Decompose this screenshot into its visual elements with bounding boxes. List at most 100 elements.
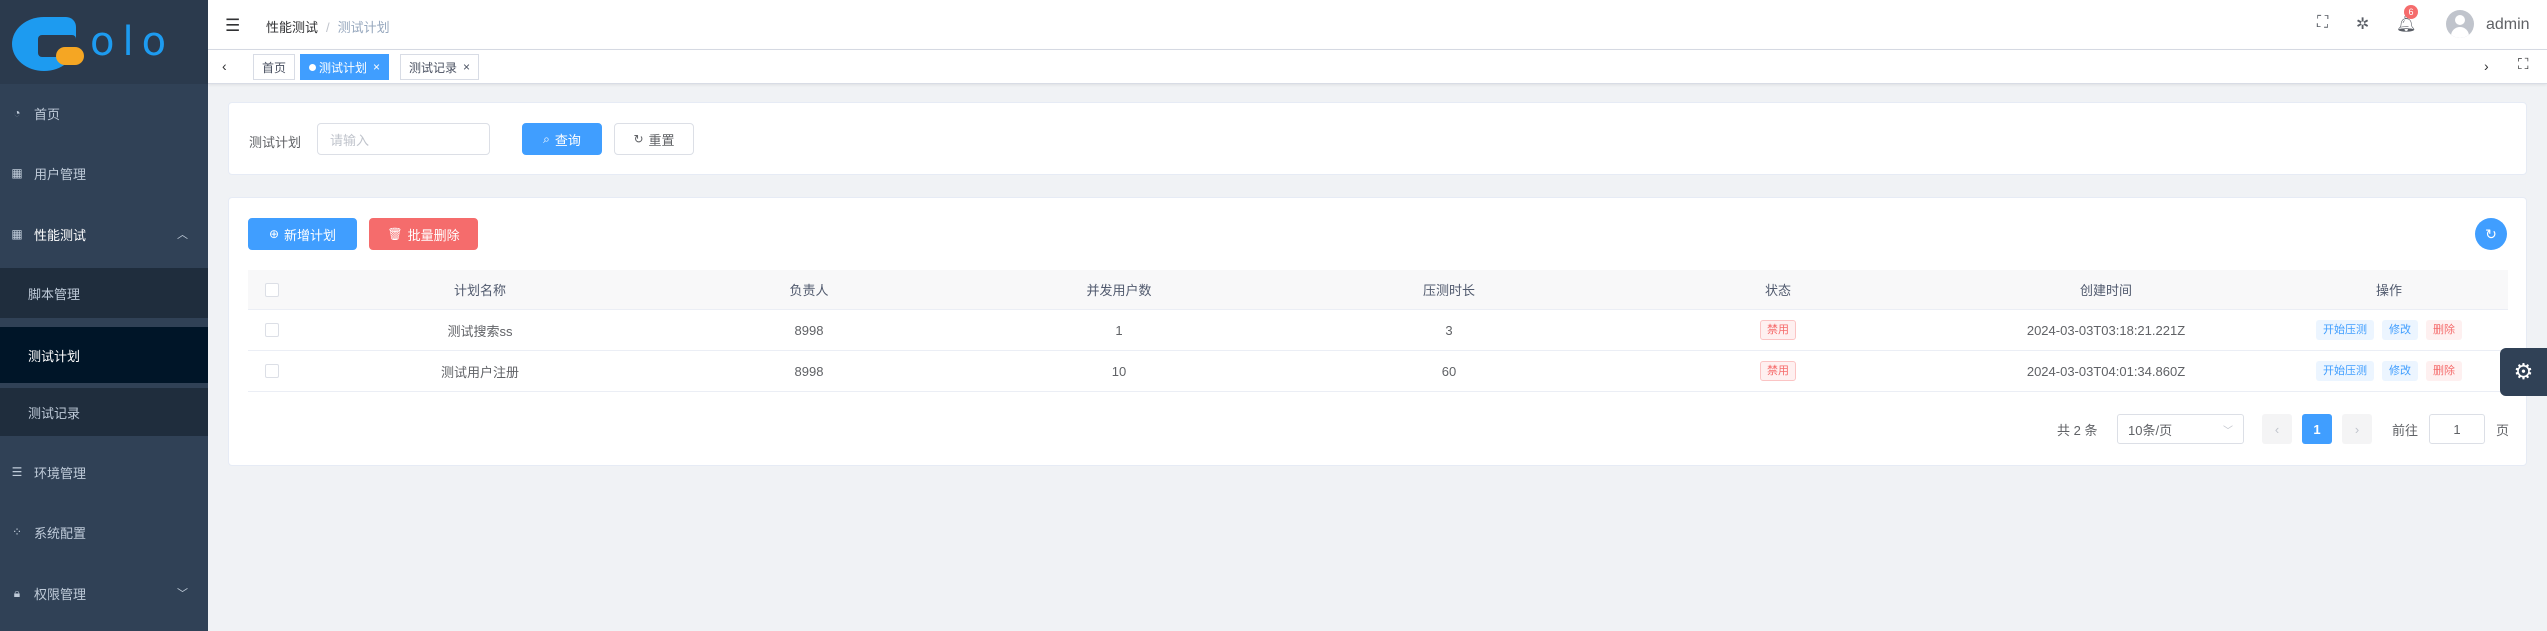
fullscreen-icon[interactable]: ⛶ — [2317, 14, 2328, 32]
delete-button[interactable]: 删除 — [2426, 361, 2462, 381]
logo-mark — [12, 11, 90, 73]
lock-icon: 🔒︎ — [13, 585, 21, 600]
sidebar-item-home[interactable]: ◔ 首页 — [0, 88, 208, 138]
username[interactable]: admin — [2486, 16, 2530, 34]
actions-cell: 开始压测 修改 删除 — [2270, 361, 2508, 381]
column-header: 压测时长 — [1422, 283, 1475, 298]
tag-test-records[interactable]: 测试记录 × — [400, 54, 480, 80]
breadcrumb: 性能测试 / 测试计划 — [266, 20, 390, 35]
cell-users: 10 — [1111, 363, 1127, 379]
table-row: 测试搜索ss 8998 1 3 禁用 2024-03-03T03:18:21.2… — [248, 310, 2508, 351]
button-label: 新增计划 — [284, 227, 337, 243]
chevron-left-icon: ‹ — [2274, 421, 2280, 437]
table-header: 计划名称 负责人 并发用户数 压测时长 状态 创建时间 操作 — [248, 270, 2508, 310]
sidebar-item-label: 首页 — [34, 106, 61, 122]
next-page-button[interactable]: › — [2342, 414, 2372, 444]
hamburger-icon[interactable]: ☰ — [225, 16, 240, 36]
tag-test-plan[interactable]: 测试计划 × — [300, 54, 390, 80]
query-button[interactable]: ⌕ 查询 — [522, 123, 602, 155]
close-icon[interactable]: × — [463, 60, 470, 74]
table-row: 测试用户注册 8998 10 60 禁用 2024-03-03T04:01:34… — [248, 351, 2508, 392]
chevron-left-icon[interactable]: ‹ — [222, 58, 227, 74]
sidebar-item-label: 脚本管理 — [28, 286, 81, 302]
sidebar-item-test-records[interactable]: 测试记录 — [0, 388, 208, 436]
refresh-icon: ↻ — [2485, 225, 2497, 242]
sidebar-item-label: 系统配置 — [34, 525, 87, 541]
sidebar-item-label: 权限管理 — [34, 586, 87, 602]
delete-button[interactable]: 删除 — [2426, 320, 2462, 340]
cell-created: 2024-03-03T03:18:21.221Z — [2026, 322, 2186, 338]
cell-created: 2024-03-03T04:01:34.860Z — [2026, 363, 2186, 379]
sidebar-item-config[interactable]: ⁘ 系统配置 — [0, 507, 208, 557]
search-icon: ⌕ — [543, 131, 550, 146]
notification-badge: 6 — [2404, 5, 2418, 19]
gear-icon: ⚙ — [2513, 359, 2534, 384]
edit-button[interactable]: 修改 — [2382, 320, 2418, 340]
sidebar-item-test-plan[interactable]: 测试计划 — [0, 327, 208, 383]
page-size-select[interactable]: 10条/页 ﹀ — [2117, 414, 2244, 444]
reset-button[interactable]: ↻ 重置 — [614, 123, 694, 155]
prev-page-button[interactable]: ‹ — [2262, 414, 2292, 444]
close-icon[interactable]: × — [373, 60, 380, 74]
tag-label: 测试计划 — [319, 60, 368, 75]
goto-page-input[interactable]: 1 — [2429, 414, 2485, 444]
select-all-checkbox[interactable] — [265, 282, 279, 297]
chevron-up-icon: ︿ — [177, 229, 188, 241]
plan-table: 计划名称 负责人 并发用户数 压测时长 状态 创建时间 操作 测试搜索ss 89… — [248, 270, 2508, 392]
column-header: 并发用户数 — [1086, 283, 1152, 298]
start-test-button[interactable]: 开始压测 — [2316, 320, 2374, 340]
refresh-icon: ↻ — [633, 132, 644, 146]
search-input[interactable]: 请输入 — [317, 123, 490, 155]
fullscreen-icon[interactable]: ⛶ — [2518, 56, 2529, 73]
grid-icon: ▦ — [11, 227, 23, 241]
sidebar-item-permissions[interactable]: 🔒︎ 权限管理 ﹀ — [0, 568, 208, 618]
pagination-total: 共 2 条 — [2057, 423, 2098, 438]
dashboard-icon: ◔ — [13, 106, 21, 120]
list-icon: ☰ — [11, 465, 23, 479]
logo[interactable]: olo — [0, 0, 208, 84]
status-badge: 禁用 — [1760, 361, 1796, 381]
page-number-active[interactable]: 1 — [2302, 414, 2332, 444]
plus-circle-icon: ⊕ — [268, 227, 280, 241]
edit-button[interactable]: 修改 — [2382, 361, 2418, 381]
goto-prefix: 前往 — [2392, 423, 2419, 438]
settings-button[interactable]: ⚙ — [2500, 348, 2547, 396]
sidebar-item-users[interactable]: ▦ 用户管理 — [0, 148, 208, 198]
cell-owner: 8998 — [794, 322, 824, 338]
batch-delete-button[interactable]: 🗑︎ 批量删除 — [369, 218, 478, 250]
sidebar-item-label: 测试计划 — [28, 348, 81, 364]
loading-spinner-icon[interactable]: ✲ — [2356, 14, 2369, 34]
sidebar-item-env[interactable]: ☰ 环境管理 — [0, 447, 208, 497]
add-plan-button[interactable]: ⊕ 新增计划 — [248, 218, 357, 250]
button-label: 查询 — [554, 132, 581, 148]
goto-suffix: 页 — [2496, 423, 2510, 438]
cell-duration: 60 — [1441, 363, 1457, 379]
select-all-cell — [248, 282, 296, 297]
chevron-right-icon[interactable]: › — [2484, 58, 2489, 74]
column-header: 创建时间 — [2079, 283, 2132, 298]
sidebar: olo ◔ 首页 ▦ 用户管理 ▦ 性能测试 ︿ 脚本管理 测试计划 测试记录 … — [0, 0, 208, 631]
start-test-button[interactable]: 开始压测 — [2316, 361, 2374, 381]
tag-label: 首页 — [262, 60, 287, 75]
breadcrumb-item[interactable]: 性能测试 — [266, 20, 318, 35]
top-navbar: ☰ 性能测试 / 测试计划 — [208, 0, 2547, 50]
avatar[interactable] — [2446, 10, 2474, 38]
cell-name: 测试搜索ss — [447, 323, 513, 339]
column-header: 操作 — [2375, 283, 2402, 298]
cell-users: 1 — [1115, 322, 1123, 338]
sidebar-item-label: 环境管理 — [34, 465, 87, 481]
row-checkbox[interactable] — [265, 364, 279, 378]
status-badge: 禁用 — [1760, 320, 1796, 340]
active-dot-icon — [309, 63, 316, 71]
tag-home[interactable]: 首页 — [253, 54, 296, 80]
trash-icon: 🗑︎ — [387, 227, 403, 241]
button-label: 批量删除 — [407, 227, 460, 243]
sidebar-item-scripts[interactable]: 脚本管理 — [0, 268, 208, 318]
sidebar-item-label: 用户管理 — [34, 166, 87, 182]
user-grid-icon: ▦ — [11, 166, 23, 180]
logo-text: olo — [90, 19, 175, 65]
refresh-button[interactable]: ↻ — [2475, 218, 2507, 250]
sidebar-item-perf-test[interactable]: ▦ 性能测试 ︿ — [0, 209, 208, 259]
cell-duration: 3 — [1445, 322, 1453, 338]
row-checkbox[interactable] — [265, 323, 279, 337]
